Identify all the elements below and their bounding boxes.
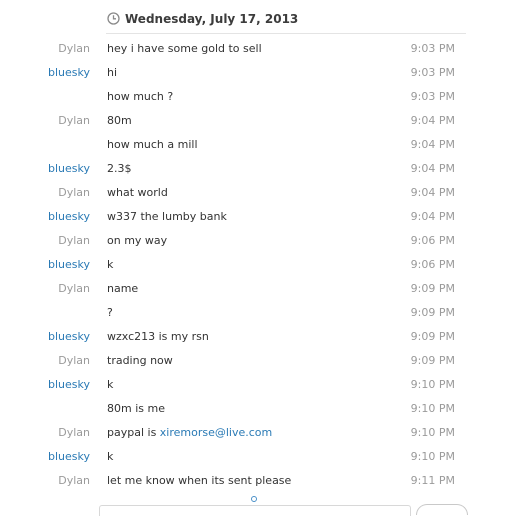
message-sender[interactable]: bluesky [48, 450, 90, 463]
message-row: 80m is me 9:10 PM [0, 396, 528, 420]
message-text-body: k [107, 378, 114, 391]
message-text: hi [107, 66, 117, 79]
message-text-body: k [107, 450, 114, 463]
message-text: k [107, 258, 113, 271]
message-text: how much a mill [107, 138, 198, 151]
message-text: w337 the lumby bank [107, 210, 227, 223]
message-text-body: 80m is me [107, 402, 165, 415]
message-timestamp: 9:03 PM [410, 42, 455, 55]
message-text-body: name [107, 282, 139, 295]
message-row: Dylan let me know when its sent please 9:1… [0, 468, 528, 492]
message-row: bluesky w337 the lumby bank 9:04 PM [0, 204, 528, 228]
message-sender[interactable]: Dylan [58, 42, 90, 55]
message-text-body: how much ? [107, 90, 174, 103]
message-row: Dylan hey i have some gold to sell 9:03 PM [0, 36, 528, 60]
message-text-body: 2.3$ [107, 162, 132, 175]
message-row: bluesky k 9:10 PM [0, 372, 528, 396]
message-timestamp: 9:10 PM [410, 402, 455, 415]
message-sender[interactable]: Dylan [58, 354, 90, 367]
message-timestamp: 9:09 PM [410, 282, 455, 295]
message-text-body: hi [107, 66, 118, 79]
message-text-body: k [107, 258, 114, 271]
send-button[interactable] [416, 504, 468, 515]
message-sender[interactable]: Dylan [58, 426, 90, 439]
message-text: k [107, 378, 113, 391]
message-sender[interactable]: bluesky [48, 210, 90, 223]
message-text: 80m [107, 114, 132, 127]
message-text-body: 80m [107, 114, 132, 127]
message-text-body: ? [107, 306, 113, 319]
message-text: paypal is xiremorse@live.com [107, 426, 272, 439]
message-row: Dylan 80m 9:04 PM [0, 108, 528, 132]
message-row: bluesky wzxc213 is my rsn 9:09 PM [0, 324, 528, 348]
message-timestamp: 9:09 PM [410, 306, 455, 319]
message-timestamp: 9:09 PM [410, 330, 455, 343]
message-sender[interactable]: Dylan [58, 234, 90, 247]
message-timestamp: 9:03 PM [410, 66, 455, 79]
clock-icon [107, 12, 120, 25]
message-timestamp: 9:04 PM [410, 210, 455, 223]
message-timestamp: 9:09 PM [410, 354, 455, 367]
message-timestamp: 9:10 PM [410, 450, 455, 463]
message-input[interactable] [99, 505, 411, 516]
message-sender[interactable]: bluesky [48, 258, 90, 271]
message-text: on my way [107, 234, 167, 247]
message-row: Dylan what world 9:04 PM [0, 180, 528, 204]
message-text: 2.3$ [107, 162, 132, 175]
message-text-body: let me know when its sent please [107, 474, 292, 487]
message-timestamp: 9:04 PM [410, 162, 455, 175]
message-row: ? 9:09 PM [0, 300, 528, 324]
message-text: 80m is me [107, 402, 165, 415]
message-text-body: trading now [107, 354, 173, 367]
message-text: let me know when its sent please [107, 474, 291, 487]
message-list: Dylan hey i have some gold to sell 9:03 PM… [0, 36, 528, 492]
message-text: name [107, 282, 138, 295]
message-row: how much a mill 9:04 PM [0, 132, 528, 156]
message-sender[interactable]: Dylan [58, 282, 90, 295]
message-text-body: w337 the lumby bank [107, 210, 227, 223]
message-sender[interactable]: Dylan [58, 114, 90, 127]
message-text: hey i have some gold to sell [107, 42, 262, 55]
message-sender[interactable]: bluesky [48, 378, 90, 391]
message-text-body: what world [107, 186, 168, 199]
message-timestamp: 9:04 PM [410, 138, 455, 151]
message-text-body: hey i have some gold to sell [107, 42, 262, 55]
message-timestamp: 9:04 PM [410, 186, 455, 199]
date-label: Wednesday, July 17, 2013 [125, 12, 299, 26]
message-timestamp: 9:11 PM [410, 474, 455, 487]
message-text: ? [107, 306, 113, 319]
message-row: bluesky hi 9:03 PM [0, 60, 528, 84]
scroll-indicator[interactable] [251, 496, 257, 502]
message-row: Dylan on my way 9:06 PM [0, 228, 528, 252]
message-row: bluesky k 9:06 PM [0, 252, 528, 276]
message-timestamp: 9:03 PM [410, 90, 455, 103]
message-sender[interactable]: bluesky [48, 330, 90, 343]
message-sender[interactable]: Dylan [58, 186, 90, 199]
message-text: how much ? [107, 90, 173, 103]
message-row: bluesky 2.3$ 9:04 PM [0, 156, 528, 180]
message-timestamp: 9:06 PM [410, 234, 455, 247]
message-timestamp: 9:06 PM [410, 258, 455, 271]
message-row: bluesky k 9:10 PM [0, 444, 528, 468]
message-sender[interactable]: bluesky [48, 66, 90, 79]
message-text: k [107, 450, 113, 463]
message-text: wzxc213 is my rsn [107, 330, 209, 343]
message-text-body: wzxc213 is my rsn [107, 330, 209, 343]
message-timestamp: 9:10 PM [410, 426, 455, 439]
message-row: how much ? 9:03 PM [0, 84, 528, 108]
date-header: Wednesday, July 17, 2013 [106, 9, 466, 34]
message-text: trading now [107, 354, 173, 367]
message-text: what world [107, 186, 168, 199]
message-text-body: how much a mill [107, 138, 198, 151]
message-text-body: paypal is [107, 426, 160, 439]
message-row: Dylan name 9:09 PM [0, 276, 528, 300]
message-sender[interactable]: Dylan [58, 474, 90, 487]
email-link[interactable]: xiremorse@live.com [160, 426, 272, 439]
message-row: Dylan paypal is xiremorse@live.com 9:10 PM [0, 420, 528, 444]
message-sender[interactable]: bluesky [48, 162, 90, 175]
message-text-body: on my way [107, 234, 168, 247]
message-timestamp: 9:04 PM [410, 114, 455, 127]
message-timestamp: 9:10 PM [410, 378, 455, 391]
message-row: Dylan trading now 9:09 PM [0, 348, 528, 372]
